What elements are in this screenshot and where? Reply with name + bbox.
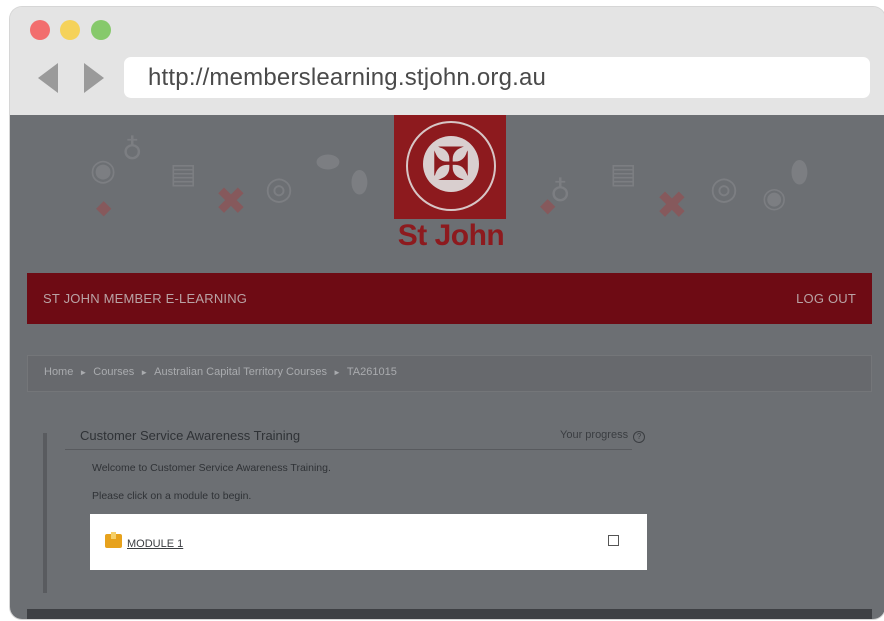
logo-ring: ✠: [406, 121, 496, 211]
top-navbar: ST JOHN MEMBER E-LEARNING LOG OUT: [27, 273, 872, 324]
page-content: ◉ ♁ ▤ ✖ ◎ ⬬ ⬮ ◆ ♁ ▤ ✖ ◎ ◉ ⬮ ◆ ✠ St John …: [10, 115, 884, 619]
maximize-window-button[interactable]: [91, 20, 111, 40]
monitor-doodle-icon: ▤: [170, 157, 197, 190]
browser-window: http://memberslearning.stjohn.org.au ◉ ♁…: [10, 7, 884, 619]
scorm-package-icon: [105, 532, 122, 548]
breadcrumb-separator-icon: ►: [332, 368, 341, 377]
monitor-doodle-icon-2: ▤: [610, 157, 637, 190]
close-window-button[interactable]: [30, 20, 50, 40]
progress-label: Your progress ?: [560, 429, 646, 443]
pill-doodle-icon: ⬬: [316, 145, 340, 178]
drop-doodle-icon: ◆: [96, 195, 112, 219]
drop-doodle-icon-2: ◆: [540, 193, 556, 217]
maltese-cross-icon: ✠: [423, 136, 479, 192]
completion-checkbox[interactable]: [608, 535, 619, 546]
forward-arrow-icon[interactable]: [84, 63, 104, 93]
breadcrumb-home[interactable]: Home: [44, 366, 73, 378]
progress-text: Your progress: [560, 429, 629, 441]
minimize-window-button[interactable]: [60, 20, 80, 40]
breadcrumb-separator-icon: ►: [140, 368, 149, 377]
address-bar[interactable]: http://memberslearning.stjohn.org.au: [124, 57, 870, 98]
section-divider: [65, 449, 632, 450]
plaster-doodle-icon: ⬮: [350, 165, 369, 200]
course-title: Customer Service Awareness Training: [80, 428, 301, 443]
course-summary-welcome: Welcome to Customer Service Awareness Tr…: [92, 462, 331, 474]
browser-chrome: http://memberslearning.stjohn.org.au: [10, 7, 884, 115]
st-john-logo[interactable]: ✠: [394, 115, 506, 219]
course-summary-instruction: Please click on a module to begin.: [92, 490, 252, 502]
breadcrumb: Home ► Courses ► Australian Capital Territor…: [27, 355, 872, 392]
cross-doodle-icon: ✖: [215, 179, 247, 223]
breadcrumb-list: Home ► Courses ► Australian Capital Territor…: [44, 366, 397, 378]
help-icon[interactable]: ?: [633, 431, 646, 443]
brand-name: St John: [397, 219, 505, 252]
breadcrumb-courses[interactable]: Courses: [93, 366, 134, 378]
logout-link[interactable]: LOG OUT: [796, 291, 856, 306]
cross-doodle-icon-2: ✖: [656, 183, 688, 227]
bandage-doodle-icon: ◎: [265, 169, 293, 207]
module-1-link[interactable]: MODULE 1: [127, 538, 183, 550]
eye-doodle-icon-2: ◉: [762, 181, 787, 214]
page-footer: [27, 609, 872, 619]
url-text: http://memberslearning.stjohn.org.au: [148, 64, 547, 91]
stethoscope-doodle-icon: ♁: [122, 133, 143, 166]
eye-doodle-icon: ◉: [90, 153, 117, 188]
plaster-doodle-icon-2: ⬮: [790, 155, 809, 190]
breadcrumb-course[interactable]: TA261015: [347, 366, 397, 378]
site-title-link[interactable]: ST JOHN MEMBER E-LEARNING: [43, 291, 247, 306]
bandage-doodle-icon-2: ◎: [710, 169, 738, 207]
section-left-border: [43, 433, 47, 593]
breadcrumb-category[interactable]: Australian Capital Territory Courses: [154, 366, 327, 378]
breadcrumb-separator-icon: ►: [79, 368, 88, 377]
module-list-item: MODULE 1: [90, 514, 647, 570]
back-arrow-icon[interactable]: [38, 63, 58, 93]
